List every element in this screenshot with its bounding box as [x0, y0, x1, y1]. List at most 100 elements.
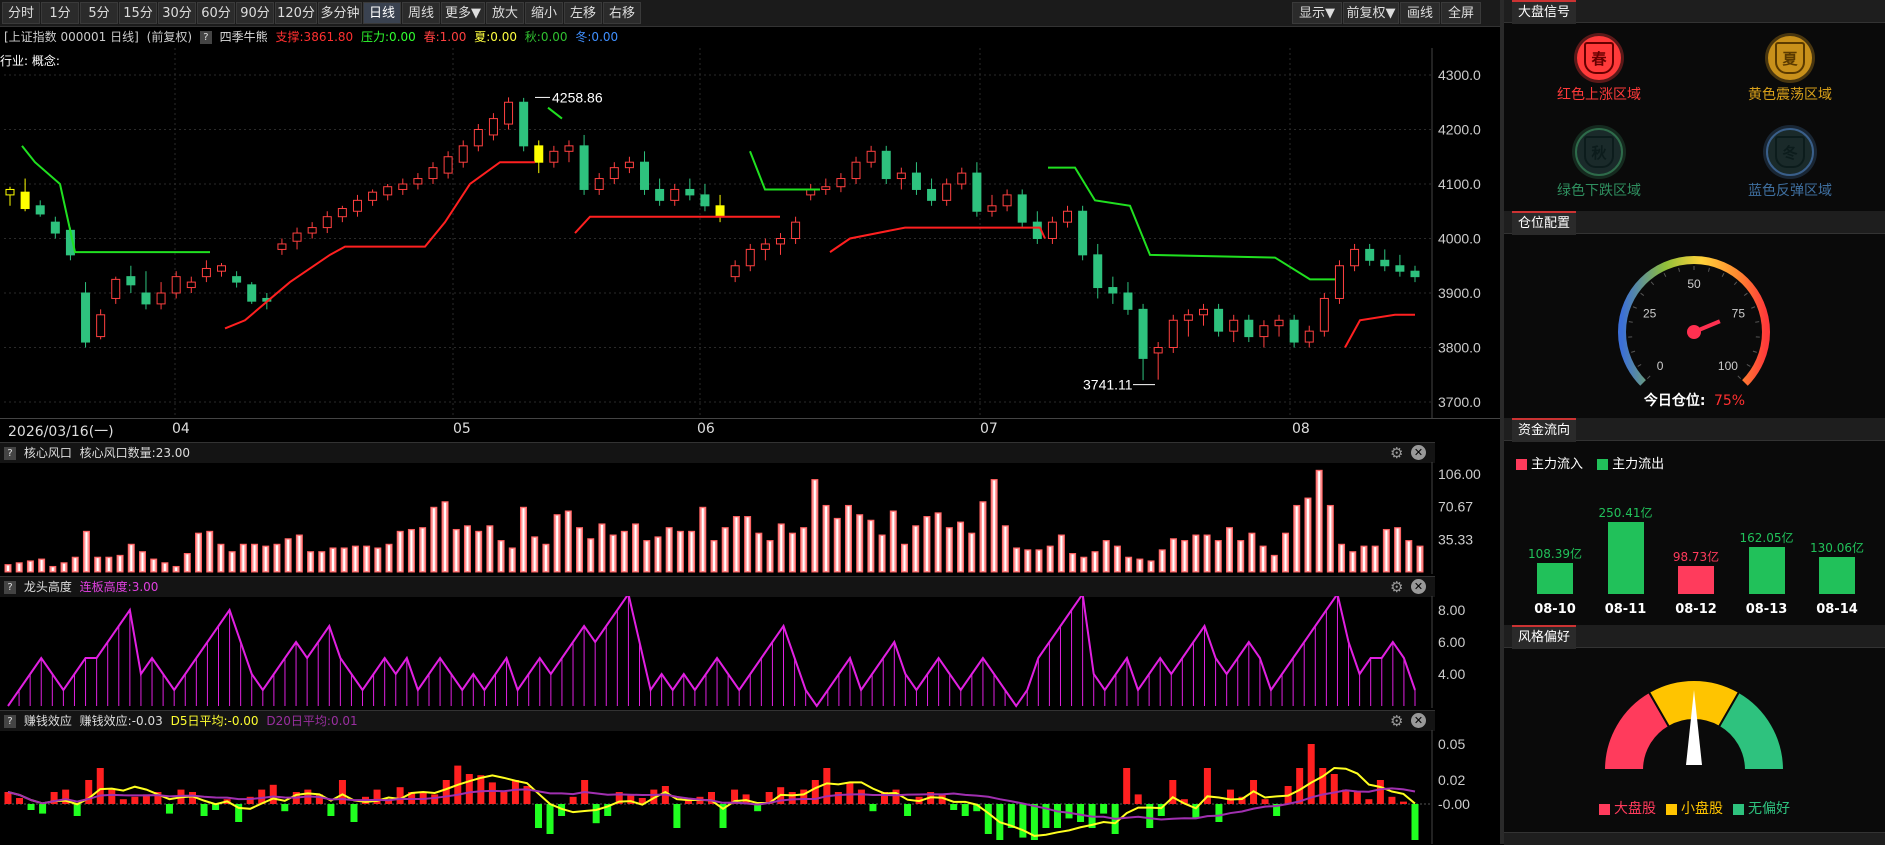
profit-effect-bar	[431, 794, 438, 804]
profit-effect-bar	[270, 785, 277, 804]
help-icon[interactable]: ?	[200, 31, 212, 44]
close-panel-icon[interactable]: ✕	[1411, 445, 1426, 460]
season-signal-3[interactable]: 冬蓝色反弹区域	[1730, 128, 1850, 200]
help-icon[interactable]: ?	[4, 715, 16, 728]
candlestick-chart[interactable]: 4300.04200.04100.04000.03900.03800.03700…	[0, 48, 1500, 418]
help-icon[interactable]: ?	[4, 447, 16, 460]
month-label: 04	[172, 421, 190, 437]
close-panel-icon[interactable]: ✕	[1411, 713, 1426, 728]
position-label: 今日仓位:	[1644, 393, 1706, 409]
toolbar-button-7[interactable]: 120分	[275, 2, 317, 24]
high-price-label: 4258.86	[552, 89, 603, 105]
settings-gear-icon[interactable]: ⚙	[1390, 444, 1403, 462]
fund-flow-bar[interactable]	[1537, 563, 1573, 594]
pressure-line	[548, 108, 562, 119]
style-legend-label: 小盘股	[1681, 801, 1723, 817]
toolbar-button-12[interactable]: 放大	[486, 2, 524, 24]
candle	[1048, 217, 1056, 244]
support-line	[830, 228, 1045, 253]
candle	[701, 184, 709, 211]
section-position: 仓位配置	[1504, 211, 1885, 234]
position-readout: 今日仓位: 75%	[1504, 390, 1885, 410]
season-icon: 冬	[1766, 128, 1814, 176]
candle	[1064, 206, 1072, 228]
fund-flow-value: 98.73亿	[1658, 548, 1734, 565]
season-label: 绿色下跌区域	[1539, 180, 1659, 200]
candle	[6, 187, 14, 206]
candle	[988, 195, 996, 217]
candle	[867, 146, 875, 168]
toolbar-right-button-2[interactable]: 画线	[1400, 2, 1440, 24]
profit-effect-bar	[1054, 804, 1061, 828]
toolbar-button-14[interactable]: 左移	[564, 2, 602, 24]
candle	[1305, 326, 1313, 348]
candle	[1154, 342, 1162, 380]
toolbar-button-2[interactable]: 5分	[80, 2, 118, 24]
candle	[1275, 315, 1283, 337]
help-icon[interactable]: ?	[4, 581, 16, 594]
fund-flow-bar[interactable]	[1608, 522, 1644, 594]
fund-flow-date: 08-11	[1598, 602, 1654, 617]
profit-effect-bar	[397, 787, 404, 804]
section-market-signal-title: 大盘信号	[1512, 0, 1576, 24]
candle	[1199, 304, 1207, 326]
candle	[1351, 244, 1359, 271]
profit-effect-bar	[673, 804, 680, 828]
toolbar-button-9[interactable]: 日线	[363, 2, 401, 24]
profit-effect-bar	[962, 804, 969, 816]
winter-value: 冬:0.00	[575, 30, 618, 44]
candle	[1184, 309, 1192, 336]
support-line	[1345, 315, 1415, 348]
toolbar-button-3[interactable]: 15分	[119, 2, 157, 24]
settings-gear-icon[interactable]: ⚙	[1390, 578, 1403, 596]
fund-flow-bar[interactable]	[1819, 557, 1855, 594]
profit-effect-bar	[593, 804, 600, 823]
toolbar-button-10[interactable]: 周线	[402, 2, 440, 24]
core-wind-bar-chart[interactable]: 106.0070.6735.33	[0, 462, 1500, 574]
season-signal-2[interactable]: 秋绿色下跌区域	[1539, 128, 1659, 200]
gauge-tick-label: 100	[1718, 359, 1738, 373]
toolbar-button-15[interactable]: 右移	[603, 2, 641, 24]
toolbar-right-button-3[interactable]: 全屏	[1441, 2, 1481, 24]
gauge-tick-label: 50	[1687, 277, 1701, 291]
bottom-tabs[interactable]	[1504, 832, 1885, 845]
settings-gear-icon[interactable]: ⚙	[1390, 712, 1403, 730]
toolbar-button-5[interactable]: 60分	[197, 2, 235, 24]
month-label: 06	[697, 421, 715, 437]
outflow-label: 主力流出	[1612, 457, 1664, 472]
candle	[731, 260, 739, 282]
profit-effect-bar	[1365, 799, 1372, 804]
profit-effect-bar	[1412, 804, 1419, 840]
fund-flow-date: 08-10	[1527, 602, 1583, 617]
toolbar-button-8[interactable]: 多分钟	[318, 2, 362, 24]
candle	[82, 282, 90, 347]
toolbar-button-1[interactable]: 1分	[41, 2, 79, 24]
season-signal-1[interactable]: 夏黄色震荡区域	[1730, 36, 1850, 104]
season-signal-0[interactable]: 春红色上涨区域	[1539, 36, 1659, 104]
fund-flow-bar[interactable]	[1749, 547, 1785, 594]
toolbar-button-0[interactable]: 分时	[2, 2, 40, 24]
position-gauge: 0255075100	[1604, 240, 1784, 390]
toolbar-right-button-0[interactable]: 显示▼	[1292, 2, 1342, 24]
toolbar-button-4[interactable]: 30分	[158, 2, 196, 24]
toolbar-button-6[interactable]: 90分	[236, 2, 274, 24]
fund-flow-bar[interactable]	[1678, 566, 1714, 594]
close-panel-icon[interactable]: ✕	[1411, 579, 1426, 594]
candle	[580, 135, 588, 195]
leader-height-line-chart[interactable]: 8.006.004.00	[0, 596, 1500, 708]
toolbar-right-button-1[interactable]: 前复权▼	[1343, 2, 1399, 24]
profit-effect-bar	[789, 792, 796, 804]
adjust-label: (前复权)	[147, 30, 192, 44]
spring-value: 春:1.00	[424, 30, 467, 44]
main-chart-header: [上证指数 000001 日线] (前复权) ? 四季牛熊 支撑:3861.80…	[4, 27, 1189, 47]
profit-effect-chart[interactable]: 0.050.02-0.00	[0, 730, 1500, 844]
profit-effect-bar	[1077, 804, 1084, 822]
candle	[973, 162, 981, 217]
section-style-title: 风格偏好	[1512, 625, 1576, 649]
toolbar-button-11[interactable]: 更多▼	[441, 2, 485, 24]
fund-flow-value: 130.06亿	[1799, 539, 1875, 556]
season-icon: 春	[1577, 36, 1621, 80]
candle	[1260, 320, 1268, 347]
toolbar-button-13[interactable]: 缩小	[525, 2, 563, 24]
candle	[807, 184, 815, 200]
